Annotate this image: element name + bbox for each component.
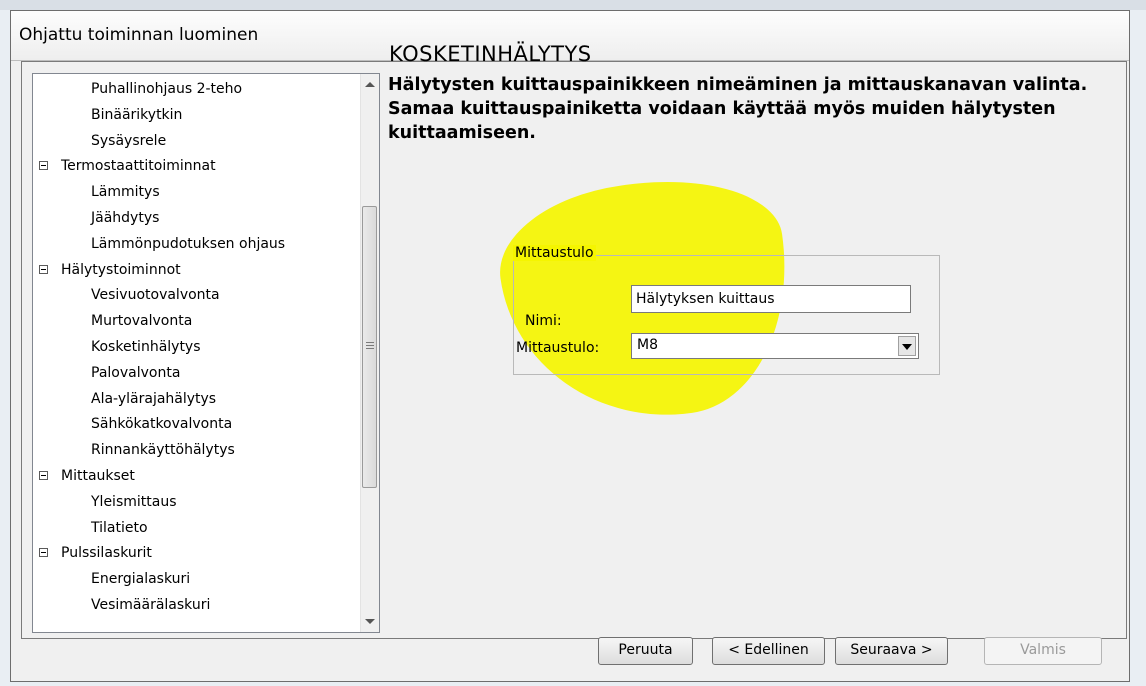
tree-item[interactable]: Kosketinhälytys: [33, 335, 363, 361]
tree-item-label: Energialaskuri: [91, 571, 191, 588]
tree-item-label: Sähkökatkovalvonta: [91, 416, 233, 433]
grip-line: [366, 342, 374, 343]
panel-title: KOSKETINHÄLYTYS: [389, 42, 592, 66]
tree-item[interactable]: Tilatieto: [33, 516, 363, 542]
next-button[interactable]: Seuraava >: [835, 637, 948, 665]
tree-item[interactable]: Murtovalvonta: [33, 309, 363, 335]
tree-item[interactable]: Sysäysrele: [33, 129, 363, 155]
scroll-thumb[interactable]: [362, 206, 377, 488]
tree-item[interactable]: Lämmitys: [33, 180, 363, 206]
tree-group-item[interactable]: Pulssilaskurit: [33, 541, 363, 567]
tree-item[interactable]: Palovalvonta: [33, 361, 363, 387]
tree-item[interactable]: Energialaskuri: [33, 567, 363, 593]
tree-item[interactable]: Sähkökatkovalvonta: [33, 412, 363, 438]
chevron-down-icon: [902, 344, 912, 350]
channel-select[interactable]: M8: [631, 333, 919, 359]
tree-item[interactable]: Rinnankäyttöhälytys: [33, 438, 363, 464]
collapse-toggle-icon[interactable]: [39, 470, 48, 480]
collapse-toggle-icon[interactable]: [39, 264, 48, 274]
tree-item-label: Vesivuotovalvonta: [91, 287, 220, 304]
tree-item[interactable]: Vesimäärälaskuri: [33, 593, 363, 619]
tree-group-item[interactable]: Termostaattitoiminnat: [33, 154, 363, 180]
tree-item[interactable]: Jäähdytys: [33, 206, 363, 232]
tree-item-label: Binäärikytkin: [91, 106, 183, 123]
cancel-button[interactable]: Peruuta: [598, 637, 693, 665]
tree-group-item[interactable]: Hälytystoiminnot: [33, 258, 363, 284]
grip-line: [366, 345, 374, 346]
tree-item[interactable]: Vesivuotovalvonta: [33, 283, 363, 309]
groupbox-legend: Mittaustulo: [513, 245, 596, 261]
tree-item[interactable]: Puhallinohjaus 2-teho: [33, 77, 363, 103]
function-tree[interactable]: Puhallinohjaus 2-teho Binäärikytkin Sysä…: [32, 73, 380, 633]
collapse-toggle-icon[interactable]: [39, 161, 48, 171]
tree-item-label: Rinnankäyttöhälytys: [91, 442, 235, 459]
tree-item-label: Lämmitys: [91, 184, 160, 201]
grip-line: [366, 348, 374, 349]
tree-item[interactable]: Yleismittaus: [33, 490, 363, 516]
channel-select-value: M8: [637, 337, 658, 353]
tree-item-label: Ala-ylärajahälytys: [91, 390, 217, 407]
window-title: Ohjattu toiminnan luominen: [19, 25, 259, 45]
tree-item[interactable]: Ala-ylärajahälytys: [33, 387, 363, 413]
tree-item-label: Sysäysrele: [91, 132, 167, 149]
tree-item-label: Puhallinohjaus 2-teho: [91, 81, 243, 97]
scroll-up-arrow-icon[interactable]: [365, 82, 375, 87]
tree-item-label: Kosketinhälytys: [91, 338, 201, 355]
name-input[interactable]: [631, 285, 911, 313]
tree-item-label: Hälytystoiminnot: [61, 261, 181, 278]
scroll-down-arrow-icon[interactable]: [365, 619, 375, 624]
tree-item-label: Jäähdytys: [91, 209, 160, 226]
tree-item-label: Lämmönpudotuksen ohjaus: [91, 235, 286, 252]
tree-item-label: Palovalvonta: [91, 364, 181, 381]
previous-button[interactable]: < Edellinen: [712, 637, 825, 665]
tree-list: Puhallinohjaus 2-teho Binäärikytkin Sysä…: [33, 77, 363, 619]
finish-button: Valmis: [984, 637, 1102, 665]
dropdown-button[interactable]: [898, 336, 916, 356]
channel-label: Mittaustulo:: [516, 340, 600, 356]
tree-group-item[interactable]: Mittaukset: [33, 464, 363, 490]
tree-item-label: Pulssilaskurit: [61, 545, 152, 562]
tree-item-label: Murtovalvonta: [91, 313, 193, 330]
tree-item[interactable]: Binäärikytkin: [33, 103, 363, 129]
collapse-toggle-icon[interactable]: [39, 548, 48, 558]
tree-item-label: Termostaattitoiminnat: [61, 158, 216, 175]
tree-item-label: Yleismittaus: [91, 493, 177, 510]
tree-item-label: Vesimäärälaskuri: [91, 596, 211, 613]
tree-item[interactable]: Lämmönpudotuksen ohjaus: [33, 232, 363, 258]
panel-description: Hälytysten kuittauspainikkeen nimeäminen…: [388, 75, 1088, 143]
tree-item-label: Tilatieto: [91, 519, 148, 536]
name-label: Nimi:: [525, 313, 562, 329]
tree-item-label: Mittaukset: [61, 467, 135, 484]
tree-scrollbar[interactable]: [360, 74, 379, 632]
desktop-background: [0, 0, 1146, 10]
